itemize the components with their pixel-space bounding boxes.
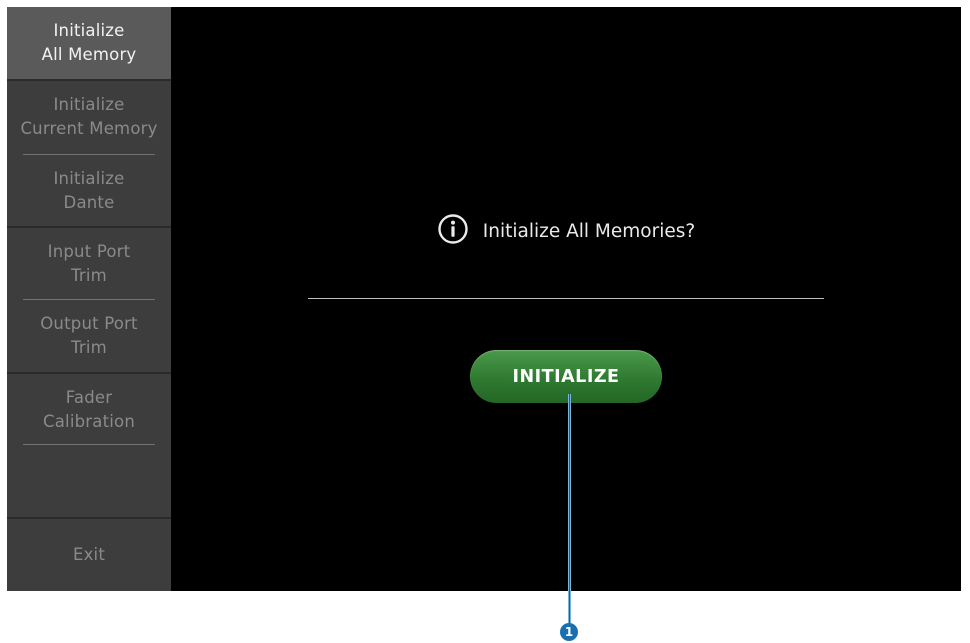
sidebar-item-label: Initialize (53, 169, 125, 188)
sidebar-item-label: Dante (63, 193, 115, 212)
divider (308, 298, 824, 299)
callout-line (568, 394, 571, 624)
sidebar-item-initialize-all-memory[interactable]: Initialize All Memory (7, 7, 171, 79)
sidebar-item-initialize-dante[interactable]: Initialize Dante (7, 155, 171, 227)
sidebar-item-output-port-trim[interactable]: Output Port Trim (7, 300, 171, 372)
callout-number: 1 (560, 623, 578, 641)
sidebar-item-label: Initialize (53, 21, 125, 40)
sidebar-item-fader-calibration[interactable]: Fader Calibration (7, 374, 171, 446)
sidebar-item-label: Input Port (47, 242, 131, 261)
sidebar-item-label: All Memory (41, 45, 137, 64)
sidebar-item-label: Current Memory (20, 119, 158, 138)
sidebar-item-initialize-current-memory[interactable]: Initialize Current Memory (7, 81, 171, 153)
sidebar-item-label: Trim (71, 266, 107, 285)
sidebar-item-label: Output Port (40, 314, 138, 333)
sidebar-item-label: Initialize (53, 95, 125, 114)
device-screen: Initialize All Memory Initialize Current… (7, 7, 961, 591)
initialize-button[interactable]: INITIALIZE (470, 350, 662, 403)
separator (23, 444, 155, 445)
sidebar-item-label: Calibration (43, 412, 135, 431)
exit-button[interactable]: Exit (7, 519, 171, 591)
exit-label: Exit (72, 545, 106, 564)
message-text: Initialize All Memories? (482, 220, 696, 242)
main-panel: Initialize All Memories? INITIALIZE (171, 7, 961, 591)
sidebar: Initialize All Memory Initialize Current… (7, 7, 171, 591)
info-icon (437, 213, 469, 249)
sidebar-item-label: Trim (71, 338, 107, 357)
sidebar-item-input-port-trim[interactable]: Input Port Trim (7, 228, 171, 300)
sidebar-item-label: Fader (65, 388, 113, 407)
confirmation-message: Initialize All Memories? (171, 214, 961, 248)
